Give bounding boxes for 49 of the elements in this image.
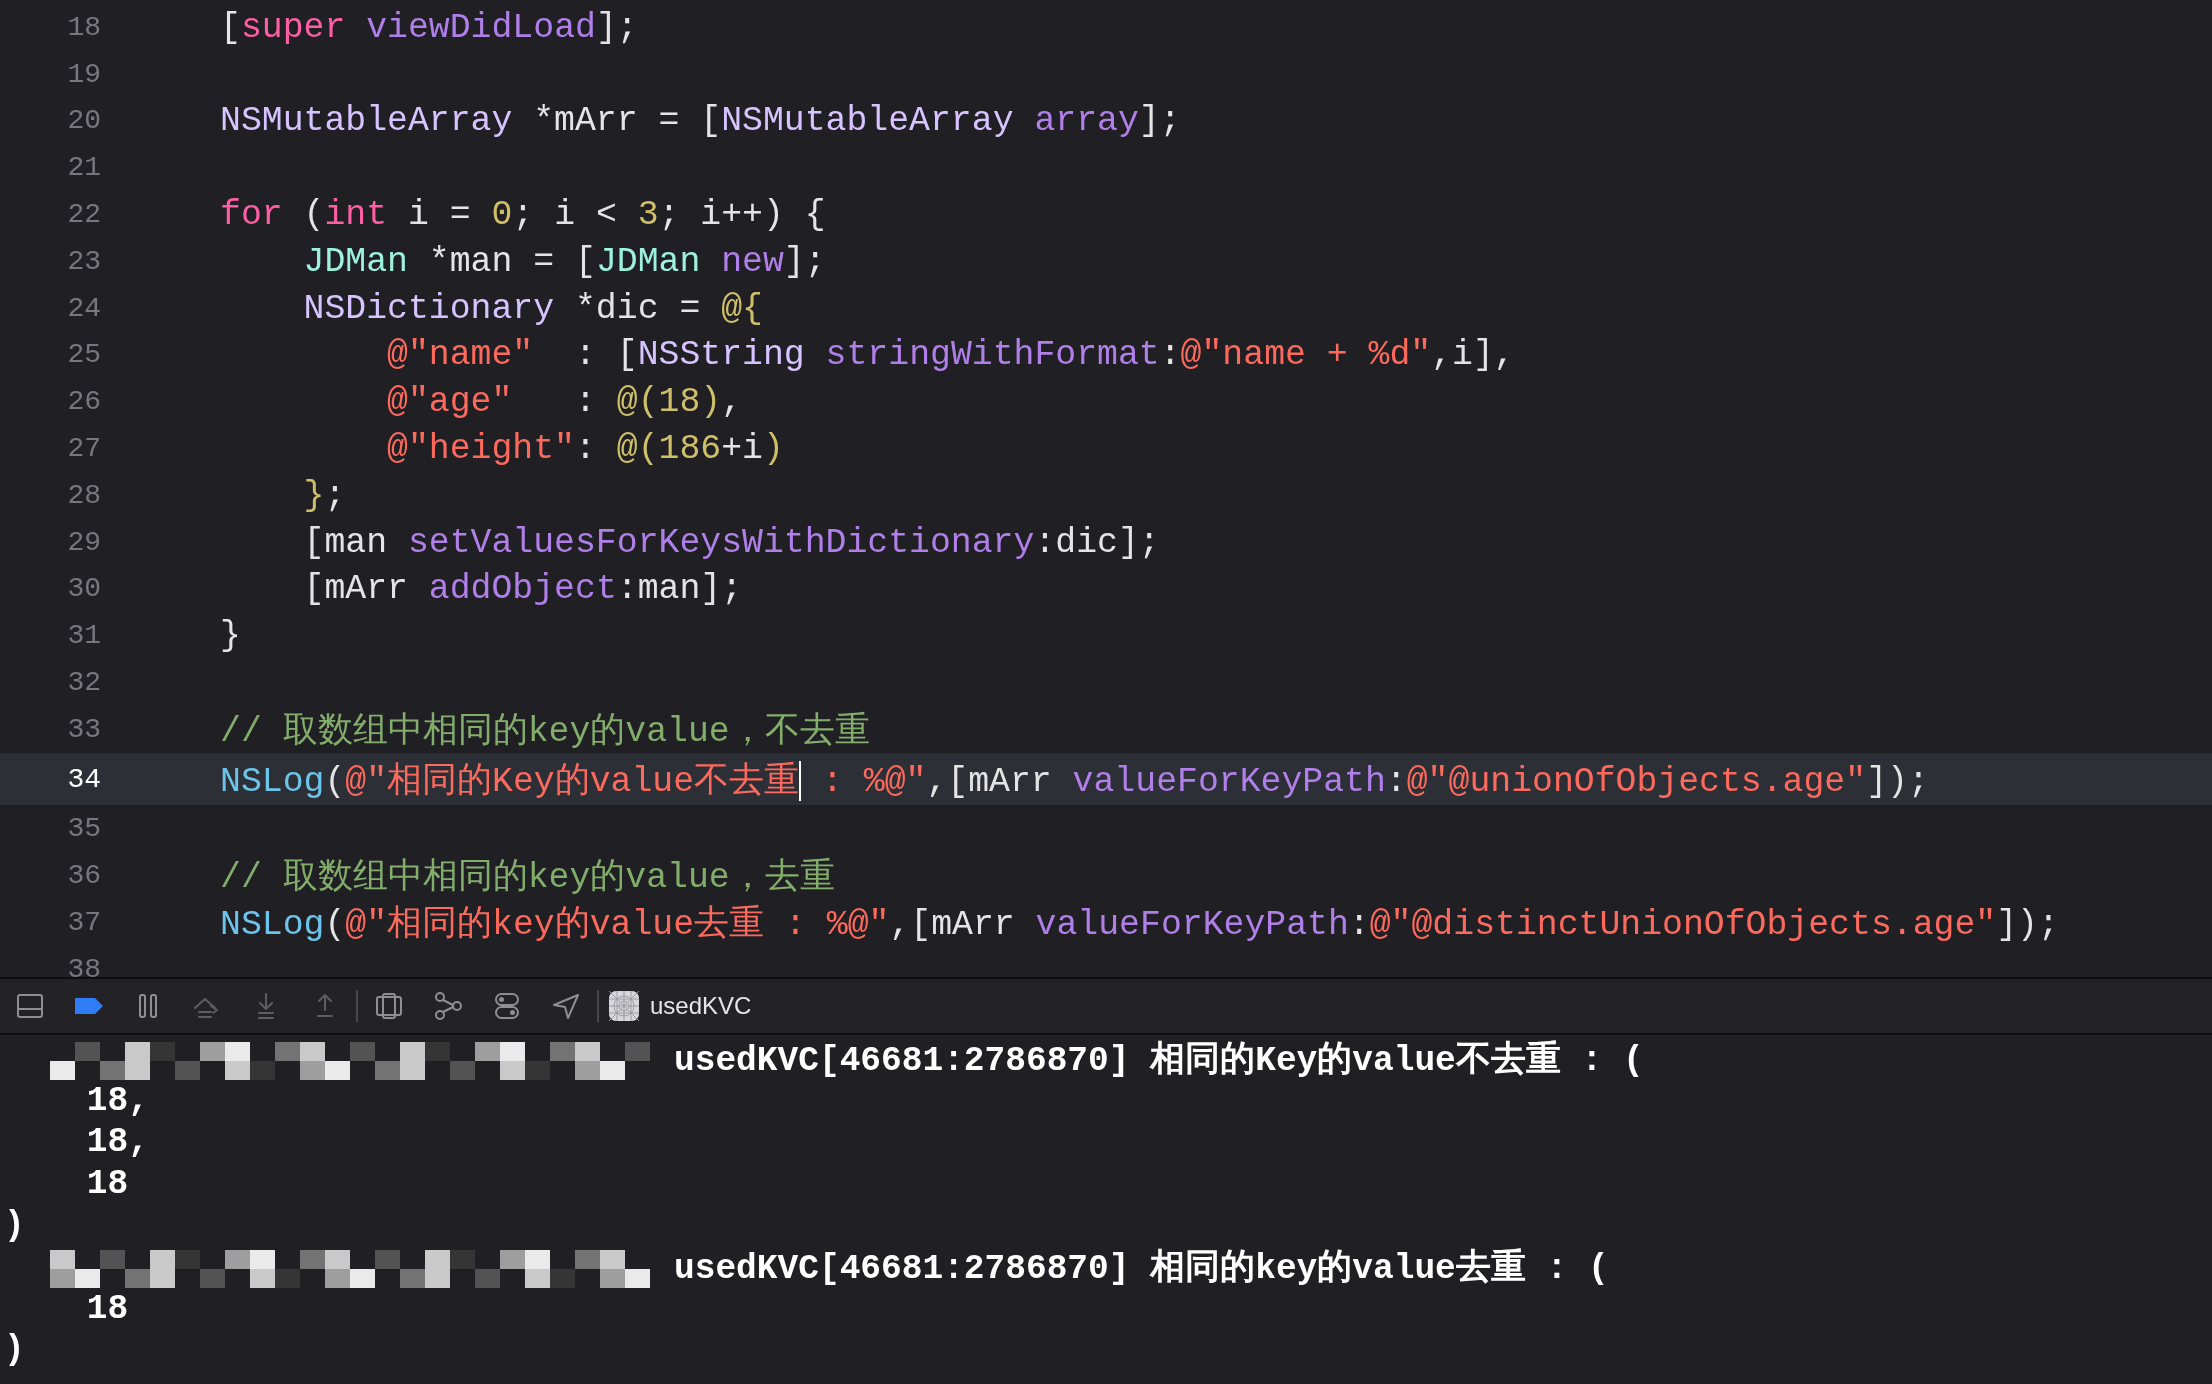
line-number: 28 — [66, 479, 101, 511]
log-output: 18, — [85, 1122, 149, 1162]
line-number: 35 — [66, 813, 101, 845]
line-number: 23 — [66, 245, 101, 277]
code-line: [mArr addObject:man]; — [302, 569, 743, 609]
code-line: NSDictionary *dic = @{ — [302, 288, 763, 328]
line-number: 36 — [66, 859, 101, 891]
line-number: 24 — [66, 292, 101, 324]
code-line: @"age" : @(18), — [386, 382, 743, 422]
code-line: }; — [302, 475, 346, 515]
line-number: 30 — [66, 573, 101, 605]
line-number: 33 — [66, 713, 101, 745]
log-output: 18 — [85, 1288, 129, 1328]
code-line: for (int i = 0; i < 3; i++) { — [220, 195, 826, 235]
line-number: 26 — [66, 386, 101, 418]
log-output: 18 — [85, 1164, 129, 1204]
code-line: [man setValuesForKeysWithDictionary:dic]; — [302, 522, 1160, 562]
line-number: 38 — [66, 953, 101, 977]
line-number: 32 — [66, 667, 101, 699]
code-line: JDMan *man = [JDMan new]; — [302, 241, 826, 281]
line-number: 22 — [66, 199, 101, 231]
scheme-label[interactable]: usedKVC — [650, 992, 752, 1020]
code-comment: // 取数组中相同的key的value，去重 — [220, 856, 835, 899]
log-output: 18, — [85, 1080, 149, 1120]
line-number: 29 — [66, 526, 101, 558]
code-line: [super viewDidLoad]; — [220, 7, 638, 47]
line-number: 34 — [66, 763, 101, 795]
line-number: 21 — [66, 152, 101, 184]
code-line: @"name" : [NSString stringWithFormat:@"name + %d",i], — [386, 335, 1515, 375]
code-line: NSMutableArray *mArr = [NSMutableArray array]; — [220, 101, 1181, 141]
line-number: 18 — [66, 11, 101, 43]
line-number: 19 — [66, 58, 101, 90]
view-hierarchy-icon[interactable] — [373, 990, 405, 1022]
code-line: NSLog(@"相同的key的value去重 : %@",[mArr valueForKeyPath:@"@distinctUnionOfObjects.age"]); — [220, 903, 2059, 946]
code-line: NSLog(@"相同的Key的value不去重 : %@",[mArr valueForKeyPath:@"@unionOfObjects.age"]); — [220, 760, 1929, 803]
log-output: ) — [3, 1205, 25, 1245]
line-number: 27 — [66, 433, 101, 465]
line-number: 37 — [66, 906, 101, 938]
code-line: @"height": @(186+i) — [386, 429, 784, 469]
line-number: 31 — [66, 620, 101, 652]
log-message: usedKVC[46681:2786870] 相同的Key的value不去重 : ( — [674, 1039, 1644, 1082]
code-comment: // 取数组中相同的key的value，不去重 — [220, 710, 870, 753]
log-output: ) — [3, 1330, 25, 1370]
log-message: usedKVC[46681:2786870] 相同的key的value去重 : ( — [674, 1247, 1609, 1290]
line-number: 20 — [66, 105, 101, 137]
line-number: 25 — [66, 339, 101, 371]
code-line: } — [220, 616, 241, 656]
connected-nodes-icon[interactable] — [432, 990, 464, 1022]
app-icon[interactable] — [608, 990, 640, 1022]
